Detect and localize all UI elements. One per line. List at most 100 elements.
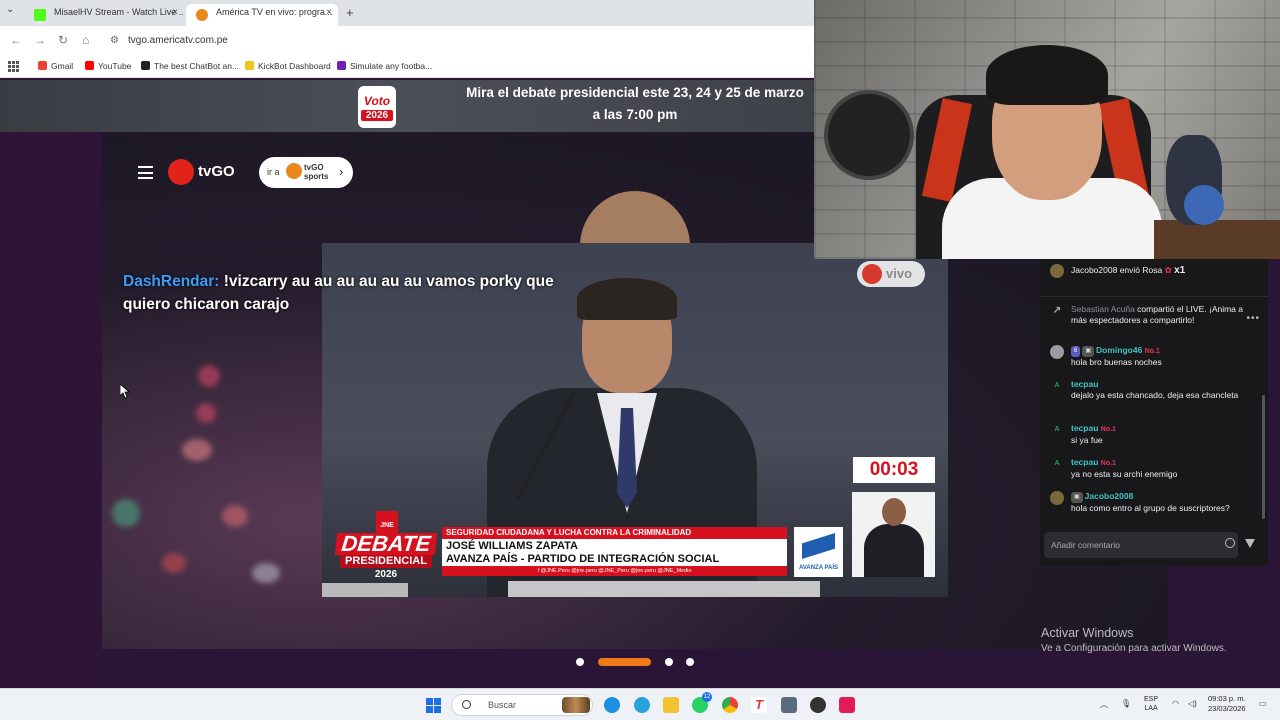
- simulate-football-icon: [337, 61, 346, 70]
- rank-badge: No.1: [1100, 460, 1116, 467]
- kick-favicon-icon: [34, 9, 46, 21]
- tiktok-icon[interactable]: [839, 697, 855, 713]
- activate-windows-watermark: Activar Windows Ve a Configuración para …: [1041, 626, 1227, 654]
- avatar: [1050, 491, 1064, 505]
- youtube-icon: [85, 61, 94, 70]
- live-badge: vivo: [857, 261, 925, 287]
- share-notification: ↗ Sebastian Acuña compartió el LIVE. ¡An…: [1053, 304, 1251, 326]
- stream-chat-overlay: DashRendar: !vizcarry au au au au au au …: [123, 270, 593, 316]
- emoji-icon[interactable]: [1225, 538, 1235, 548]
- webcam-overlay: [814, 0, 1280, 259]
- avatar: A: [1054, 460, 1060, 467]
- candidate-lower-third: SEGURIDAD CIUDADANA Y LUCHA CONTRA LA CR…: [442, 527, 787, 576]
- tab-title: MisaelHV Stream - Watch Live ...: [54, 7, 184, 17]
- chat-message: A tecpau dejalo ya esta chancado, deja e…: [1054, 379, 1251, 401]
- tvgo-sports-button[interactable]: ir a tvGO sports ›: [259, 157, 353, 188]
- more-options-icon[interactable]: •••: [1246, 313, 1260, 324]
- notification-badge: 12: [702, 692, 712, 702]
- overlay-chat-user: DashRendar:: [123, 273, 220, 290]
- page-left-gutter: [0, 133, 102, 688]
- show-hidden-icons-icon[interactable]: ︿: [1100, 699, 1108, 710]
- edge-icon[interactable]: [604, 697, 620, 713]
- send-icon[interactable]: [1245, 539, 1255, 548]
- banner-text: Mira el debate presidencial este 23, 24 …: [466, 85, 804, 122]
- jne-social-handles: f @JNE.Peru @jne.peru @JNE_Peru @jne.per…: [442, 566, 787, 576]
- calculator-icon[interactable]: [781, 697, 797, 713]
- avatar: A: [1054, 426, 1060, 433]
- bookmarks-bar: Gmail YouTube The best ChatBot an... Kic…: [0, 56, 814, 78]
- chat-input[interactable]: Añadir comentario: [1044, 532, 1238, 558]
- obs-icon[interactable]: [810, 697, 826, 713]
- fan: [824, 90, 914, 180]
- tab-list-chevron-icon[interactable]: ⌄: [6, 4, 14, 15]
- home-icon[interactable]: ⌂: [82, 33, 89, 47]
- america-tv-favicon-icon: [196, 9, 208, 21]
- level-badge: 6: [1071, 346, 1081, 357]
- avatar: [1050, 264, 1064, 278]
- bookmark-gmail[interactable]: Gmail: [38, 61, 73, 71]
- gift-notification: Jacobo2008 envió Rosa ✿ x1: [1040, 259, 1268, 281]
- bookmark-chatbot[interactable]: The best ChatBot an...: [141, 61, 239, 71]
- america-globe-icon: [168, 159, 194, 185]
- back-icon[interactable]: ←: [10, 33, 22, 47]
- bookmark-youtube[interactable]: YouTube: [85, 61, 131, 71]
- rank-badge: No.1: [1144, 348, 1160, 355]
- carousel-dot[interactable]: [576, 658, 584, 666]
- live-chat-panel: Jacobo2008 envió Rosa ✿ x1 ↗ Sebastian A…: [1040, 259, 1268, 566]
- windows-taskbar: Buscar 12 T ︿ 🎙 ESP LAA ◠ ◁) 09:03 p. m.…: [0, 688, 1280, 720]
- hamburger-menu-icon[interactable]: [138, 166, 153, 179]
- chatbot-icon: [141, 61, 150, 70]
- live-globe-icon: [862, 264, 882, 284]
- podium: [508, 581, 820, 597]
- chat-message: 6 ▣ Domingo46 No.1 hola bro buenas noches: [1050, 345, 1251, 368]
- chat-scrollbar[interactable]: [1262, 395, 1265, 519]
- search-highlight-image: [562, 697, 590, 713]
- chat-message: A tecpau No.1 si ya fue: [1054, 423, 1251, 446]
- tab-america-tv[interactable]: América TV en vivo: progra... ×: [186, 4, 338, 26]
- avatar: A: [1054, 382, 1060, 389]
- avatar: [1050, 345, 1064, 359]
- microphone-icon[interactable]: 🎙: [1121, 699, 1131, 708]
- reload-icon[interactable]: ↻: [58, 33, 68, 47]
- share-icon: ↗: [1052, 305, 1062, 316]
- tab-misaelhv-stream[interactable]: MisaelHV Stream - Watch Live ... ×: [24, 4, 184, 26]
- carousel-dot[interactable]: [665, 658, 673, 666]
- text-editor-icon[interactable]: T: [751, 697, 767, 713]
- taskbar-search[interactable]: Buscar: [451, 694, 593, 716]
- avanza-pais-logo: AVANZA PAÍS: [794, 527, 843, 577]
- sign-language-interpreter: [852, 492, 935, 577]
- volume-icon[interactable]: ◁): [1188, 699, 1197, 708]
- new-tab-icon[interactable]: +: [346, 5, 354, 20]
- chrome-icon[interactable]: [722, 697, 738, 713]
- rose-icon: ✿: [1164, 265, 1172, 275]
- forward-icon[interactable]: →: [34, 33, 46, 47]
- bookmark-simulate-football[interactable]: Simulate any footba...: [337, 61, 432, 71]
- apps-grid-icon[interactable]: [8, 61, 19, 72]
- close-tab-icon[interactable]: ×: [326, 7, 332, 18]
- language-indicator[interactable]: ESP LAA: [1144, 695, 1158, 713]
- url-field[interactable]: tvgo.americatv.com.pe: [128, 35, 228, 46]
- kickbot-icon: [245, 61, 254, 70]
- carousel-dot[interactable]: [686, 658, 694, 666]
- bookmark-kickbot[interactable]: KickBot Dashboard: [245, 61, 331, 71]
- debate-presidencial-logo: JNE DEBATE PRESIDENCIAL 2026: [334, 511, 438, 583]
- site-info-icon[interactable]: ⚙: [110, 35, 119, 46]
- tvgo-sports-globe-icon: [286, 163, 302, 179]
- search-icon: [462, 700, 471, 709]
- browser-tab-bar: ⌄ MisaelHV Stream - Watch Live ... × Amé…: [0, 0, 814, 26]
- notifications-icon[interactable]: ▭: [1259, 699, 1267, 708]
- subscriber-badge: ▣: [1082, 346, 1095, 357]
- telegram-icon[interactable]: [634, 697, 650, 713]
- file-explorer-icon[interactable]: [663, 697, 679, 713]
- windows-start-icon[interactable]: [426, 698, 441, 713]
- gmail-icon: [38, 61, 47, 70]
- close-tab-icon[interactable]: ×: [172, 7, 178, 18]
- carousel-dot-active[interactable]: [598, 658, 651, 666]
- voto-2026-badge: Voto 2026: [358, 86, 396, 128]
- rank-badge: No.1: [1100, 426, 1116, 433]
- candidate-name: JOSÉ WILLIAMS ZAPATA: [446, 540, 578, 552]
- system-clock[interactable]: 09:03 p. m. 23/03/2026: [1208, 694, 1246, 714]
- chevron-right-icon: ›: [339, 164, 344, 179]
- tab-title: América TV en vivo: progra...: [216, 7, 333, 17]
- wifi-icon[interactable]: ◠: [1172, 699, 1179, 708]
